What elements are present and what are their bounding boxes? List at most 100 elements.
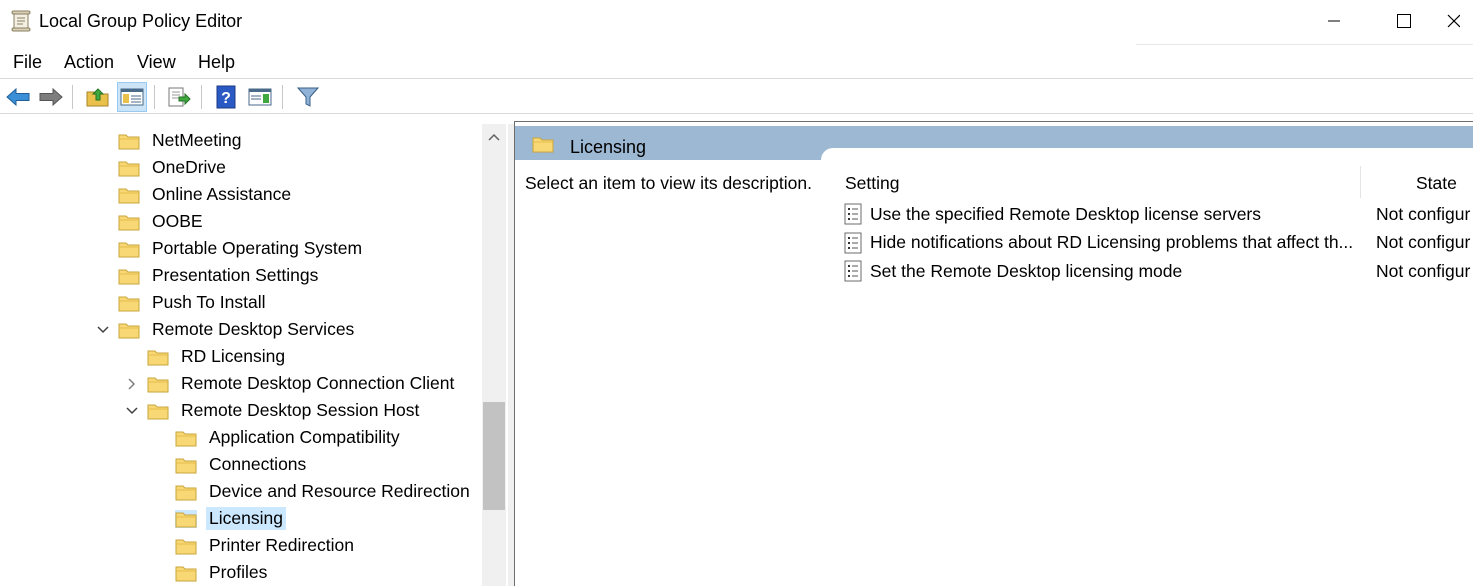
folder-icon	[175, 509, 197, 528]
window-title: Local Group Policy Editor	[39, 11, 243, 31]
column-header-setting[interactable]: Setting	[845, 173, 899, 194]
filter-button[interactable]	[293, 82, 323, 112]
folder-icon	[175, 456, 197, 474]
filter-icon	[296, 87, 320, 107]
tree-item[interactable]: Remote Desktop Services	[94, 316, 357, 343]
folder-icon	[532, 137, 554, 153]
minimize-icon	[1328, 20, 1340, 22]
scroll-up-button[interactable]	[482, 124, 506, 150]
close-icon	[1447, 14, 1460, 28]
up-one-level-button[interactable]	[83, 82, 113, 112]
tree-item-label: OOBE	[152, 211, 203, 231]
policy-state: Not configur	[1376, 203, 1471, 224]
show-hide-action-pane-button[interactable]	[245, 82, 275, 112]
menu-bar: File Action View Help	[0, 46, 1473, 76]
folder-icon	[175, 429, 197, 447]
chevron-down-icon[interactable]	[94, 321, 112, 339]
scroll-thumb[interactable]	[483, 402, 505, 510]
menu-file[interactable]: File	[13, 52, 42, 73]
forward-arrow-icon	[39, 87, 63, 107]
toolbar-separator	[154, 85, 155, 109]
toolbar: ?	[0, 78, 1473, 114]
tree-item[interactable]: Printer Redirection	[151, 532, 357, 559]
tree-item[interactable]: NetMeeting	[94, 127, 245, 154]
policy-row[interactable]: Hide notifications about RD Licensing pr…	[843, 229, 1473, 257]
back-button[interactable]	[3, 82, 33, 112]
forward-button[interactable]	[36, 82, 66, 112]
tree-item[interactable]: Remote Desktop Connection Client	[123, 370, 457, 397]
tree-item-label: Device and Resource Redirection	[209, 481, 470, 501]
tree-item[interactable]: Presentation Settings	[94, 262, 321, 289]
policy-name: Set the Remote Desktop licensing mode	[870, 260, 1183, 281]
show-hide-tree-button[interactable]	[117, 82, 147, 112]
title-bar: Local Group Policy Editor	[0, 0, 1473, 45]
folder-icon	[118, 159, 140, 177]
folder-icon	[118, 186, 140, 204]
details-pane: Licensing Select an item to view its des…	[514, 121, 1473, 586]
tree-item-label: Remote Desktop Services	[152, 319, 355, 339]
export-list-button[interactable]	[164, 82, 194, 112]
column-header-state[interactable]: State	[1416, 173, 1457, 194]
tree-item[interactable]: Profiles	[151, 559, 270, 586]
minimize-button[interactable]	[1306, 0, 1362, 42]
folder-icon	[147, 348, 169, 366]
column-divider[interactable]	[1360, 166, 1361, 198]
back-arrow-icon	[6, 87, 30, 107]
tree-item[interactable]: Push To Install	[94, 289, 269, 316]
folder-icon	[175, 537, 197, 555]
toolbar-separator	[282, 85, 283, 109]
close-button[interactable]	[1446, 0, 1473, 42]
tree-item[interactable]: Device and Resource Redirection	[151, 478, 473, 505]
help-button[interactable]: ?	[211, 82, 241, 112]
navigation-tree[interactable]: NetMeeting OneDrive Online Assistance OOBE P…	[0, 124, 508, 586]
toolbar-separator	[201, 85, 202, 109]
policy-row[interactable]: Use the specified Remote Desktop license…	[843, 200, 1473, 228]
tree-item[interactable]: OneDrive	[94, 154, 229, 181]
tree-item[interactable]: OOBE	[94, 208, 206, 235]
chevron-right-icon[interactable]	[123, 375, 141, 393]
maximize-icon	[1397, 14, 1411, 28]
folder-icon	[147, 375, 169, 393]
tree-scrollbar[interactable]	[482, 124, 506, 586]
tree-item[interactable]: Application Compatibility	[151, 424, 403, 451]
tree-item-label: Push To Install	[152, 292, 266, 312]
folder-icon	[118, 294, 140, 312]
tree-item[interactable]: Licensing	[151, 505, 286, 532]
show-hide-action-pane-icon	[248, 88, 272, 106]
folder-icon	[118, 321, 140, 339]
policy-row[interactable]: Set the Remote Desktop licensing mode Not…	[843, 257, 1473, 285]
tree-item-label: Presentation Settings	[152, 265, 319, 285]
folder-icon	[175, 483, 197, 501]
tree-item[interactable]: Remote Desktop Session Host	[123, 397, 422, 424]
folder-icon	[118, 267, 140, 285]
tree-item[interactable]: RD Licensing	[123, 343, 288, 370]
chevron-down-icon[interactable]	[123, 402, 141, 420]
tree-item-label: Remote Desktop Connection Client	[181, 373, 455, 393]
maximize-button[interactable]	[1376, 0, 1432, 42]
tree-item-label: OneDrive	[152, 157, 226, 177]
menu-action[interactable]: Action	[64, 52, 114, 73]
tree-item-label: Remote Desktop Session Host	[181, 400, 420, 420]
folder-icon	[118, 213, 140, 231]
policy-state: Not configur	[1376, 260, 1471, 281]
export-list-icon	[168, 87, 191, 107]
policy-setting-icon	[844, 232, 862, 253]
menu-help[interactable]: Help	[198, 52, 235, 73]
menu-view[interactable]: View	[137, 52, 176, 73]
description-text: Select an item to view its description.	[525, 173, 812, 193]
folder-icon	[118, 132, 140, 150]
tree-item[interactable]: Online Assistance	[94, 181, 294, 208]
tree-item[interactable]: Portable Operating System	[94, 235, 365, 262]
policy-editor-icon	[11, 10, 31, 32]
tree-item[interactable]: Connections	[151, 451, 309, 478]
tree-item-label: Portable Operating System	[152, 238, 363, 258]
tree-item-label: Connections	[209, 454, 307, 474]
